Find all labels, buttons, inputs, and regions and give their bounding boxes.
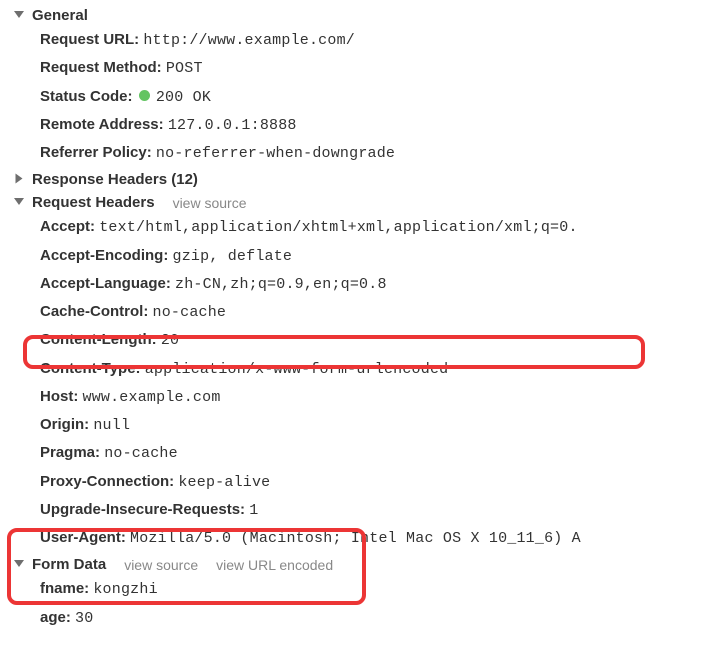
key: Accept: bbox=[40, 218, 95, 235]
section-response-headers: Response Headers (12) bbox=[0, 169, 720, 190]
devtools-headers-panel: General Request URL: http://www.example.… bbox=[0, 5, 720, 632]
row-user-agent: User-Agent: Mozilla/5.0 (Macintosh; Inte… bbox=[40, 524, 720, 552]
view-source-link[interactable]: view source bbox=[173, 195, 247, 211]
row-origin: Origin: null bbox=[40, 411, 720, 439]
form-data-list: fname: kongzhi age: 30 bbox=[0, 575, 720, 632]
row-proxy-connection: Proxy-Connection: keep-alive bbox=[40, 468, 720, 496]
key: Referrer Policy: bbox=[40, 144, 152, 161]
key: Host: bbox=[40, 388, 78, 405]
key: Accept-Language: bbox=[40, 275, 171, 292]
key: Content-Type: bbox=[40, 360, 141, 377]
value: http://www.example.com/ bbox=[143, 32, 355, 49]
row-request-method: Request Method: POST bbox=[40, 54, 720, 82]
key: Status Code: bbox=[40, 88, 133, 105]
view-url-encoded-link[interactable]: view URL encoded bbox=[216, 557, 333, 573]
row-status-code: Status Code: 200 OK bbox=[40, 83, 720, 111]
key: fname: bbox=[40, 580, 89, 597]
section-general: General Request URL: http://www.example.… bbox=[0, 5, 720, 167]
chevron-right-icon bbox=[16, 174, 23, 184]
key: Pragma: bbox=[40, 444, 100, 461]
section-response-headers-header[interactable]: Response Headers (12) bbox=[0, 169, 720, 190]
value: gzip, deflate bbox=[173, 248, 293, 265]
row-pragma: Pragma: no-cache bbox=[40, 439, 720, 467]
value: null bbox=[93, 417, 130, 434]
section-response-headers-title: Response Headers (12) bbox=[32, 171, 198, 188]
key: Proxy-Connection: bbox=[40, 473, 174, 490]
chevron-down-icon bbox=[14, 198, 24, 205]
key: Request URL: bbox=[40, 31, 139, 48]
key: Remote Address: bbox=[40, 116, 164, 133]
section-general-header[interactable]: General bbox=[0, 5, 720, 26]
status-dot-icon bbox=[139, 90, 150, 101]
value: 200 OK bbox=[156, 89, 211, 106]
key: Upgrade-Insecure-Requests: bbox=[40, 501, 245, 518]
row-accept: Accept: text/html,application/xhtml+xml,… bbox=[40, 213, 720, 241]
value: kongzhi bbox=[93, 581, 157, 598]
row-accept-encoding: Accept-Encoding: gzip, deflate bbox=[40, 242, 720, 270]
value: zh-CN,zh;q=0.9,en;q=0.8 bbox=[175, 276, 387, 293]
row-request-url: Request URL: http://www.example.com/ bbox=[40, 26, 720, 54]
row-content-type: Content-Type: application/x-www-form-url… bbox=[40, 355, 720, 383]
chevron-down-icon bbox=[14, 11, 24, 18]
key: age: bbox=[40, 609, 71, 626]
value: keep-alive bbox=[178, 474, 270, 491]
value: no-referrer-when-downgrade bbox=[156, 145, 395, 162]
request-headers-list: Accept: text/html,application/xhtml+xml,… bbox=[0, 213, 720, 552]
value: 1 bbox=[249, 502, 258, 519]
row-host: Host: www.example.com bbox=[40, 383, 720, 411]
value: Mozilla/5.0 (Macintosh; Intel Mac OS X 1… bbox=[130, 530, 581, 547]
row-accept-language: Accept-Language: zh-CN,zh;q=0.9,en;q=0.8 bbox=[40, 270, 720, 298]
key: Content-Length: bbox=[40, 331, 157, 348]
row-remote-address: Remote Address: 127.0.0.1:8888 bbox=[40, 111, 720, 139]
key: Cache-Control: bbox=[40, 303, 148, 320]
value: text/html,application/xhtml+xml,applicat… bbox=[99, 219, 577, 236]
value: 30 bbox=[75, 610, 93, 627]
key: Accept-Encoding: bbox=[40, 247, 168, 264]
value: POST bbox=[166, 60, 203, 77]
value: 127.0.0.1:8888 bbox=[168, 117, 297, 134]
row-cache-control: Cache-Control: no-cache bbox=[40, 298, 720, 326]
view-source-link[interactable]: view source bbox=[124, 557, 198, 573]
row-referrer-policy: Referrer Policy: no-referrer-when-downgr… bbox=[40, 139, 720, 167]
value: 20 bbox=[161, 332, 179, 349]
row-upgrade-insecure-requests: Upgrade-Insecure-Requests: 1 bbox=[40, 496, 720, 524]
key: User-Agent: bbox=[40, 529, 126, 546]
general-list: Request URL: http://www.example.com/ Req… bbox=[0, 26, 720, 167]
value: no-cache bbox=[153, 304, 227, 321]
row-age: age: 30 bbox=[40, 604, 720, 632]
value: no-cache bbox=[104, 445, 178, 462]
key: Request Method: bbox=[40, 59, 162, 76]
section-form-data-header[interactable]: Form Data view source view URL encoded bbox=[0, 554, 720, 575]
section-general-title: General bbox=[32, 7, 88, 24]
section-form-data-title: Form Data bbox=[32, 556, 106, 573]
value: www.example.com bbox=[83, 389, 221, 406]
row-content-length: Content-Length: 20 bbox=[40, 326, 720, 354]
value: application/x-www-form-urlencoded bbox=[145, 361, 449, 378]
chevron-down-icon bbox=[14, 560, 24, 567]
row-fname: fname: kongzhi bbox=[40, 575, 720, 603]
section-request-headers: Request Headers view source Accept: text… bbox=[0, 192, 720, 552]
section-request-headers-header[interactable]: Request Headers view source bbox=[0, 192, 720, 213]
section-form-data: Form Data view source view URL encoded f… bbox=[0, 554, 720, 632]
section-request-headers-title: Request Headers bbox=[32, 194, 155, 211]
key: Origin: bbox=[40, 416, 89, 433]
